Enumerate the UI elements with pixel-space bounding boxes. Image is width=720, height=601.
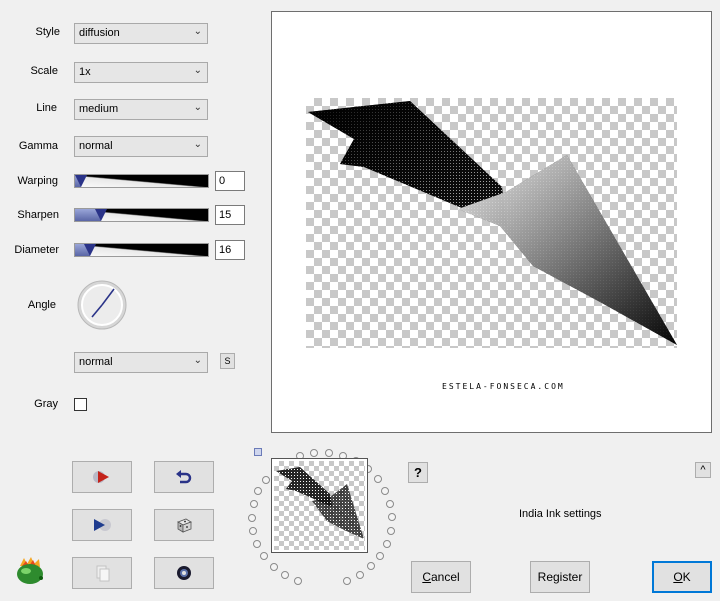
gamma-select[interactable]: normal ⌄ [74,136,208,157]
chevron-down-icon: ⌄ [193,65,202,76]
slider-thumb[interactable] [84,244,96,256]
gamma-value: normal [79,140,113,152]
collapse-button[interactable]: ^ [695,462,711,478]
chevron-down-icon: ⌄ [193,139,202,150]
preview-canvas[interactable]: ESTELA-FONSECA.COM [271,11,712,433]
preset-dot[interactable] [281,571,290,580]
preset-dot[interactable] [254,487,263,496]
slider-thumb[interactable] [75,175,87,187]
sharpen-slider[interactable] [74,208,209,222]
chevron-down-icon: ⌄ [193,26,202,37]
cancel-label-rest: ancel [430,570,460,584]
preview-toggle-button[interactable] [72,509,132,541]
preset-dot[interactable] [260,552,269,561]
preset-dot[interactable] [373,475,382,484]
scale-label: Scale [30,65,58,77]
preset-dot[interactable] [386,499,395,508]
preset-dot[interactable] [269,562,278,571]
cancel-button[interactable]: Cancel [411,561,471,593]
preset-dot[interactable] [293,576,302,585]
angle-label: Angle [27,299,56,311]
warping-value-field[interactable]: 0 [215,171,245,191]
play-arrow-icon [94,519,111,531]
slider-thumb[interactable] [95,209,107,221]
copy-button[interactable] [72,557,132,589]
preset-dot[interactable] [249,527,258,536]
style-select[interactable]: diffusion ⌄ [74,23,208,44]
s-button-label: S [224,356,231,366]
s-button[interactable]: S [220,353,235,369]
scale-select[interactable]: 1x ⌄ [74,62,208,83]
preset-dot[interactable] [381,486,390,495]
chevron-down-icon: ⌄ [193,355,202,366]
gamma-label: Gamma [18,140,58,152]
diameter-slider[interactable] [74,243,209,257]
preset-dot[interactable] [261,475,270,484]
style-value: diffusion [79,27,120,39]
sharpen-value-field[interactable]: 15 [215,205,245,225]
style-label: Style [35,26,60,38]
register-button[interactable]: Register [530,561,590,593]
register-label: Register [537,570,583,584]
cancel-mnemonic: C [422,570,431,584]
preset-thumbnail[interactable] [271,458,368,553]
ok-mnemonic: O [673,570,683,584]
preset-dot[interactable] [376,551,385,560]
chevron-down-icon: ⌄ [193,102,202,113]
apply-button[interactable] [72,461,132,493]
undo-button[interactable] [154,461,214,493]
help-label: ? [414,465,422,480]
ring-icon [177,566,191,580]
reset-button[interactable] [154,557,214,589]
undo-icon [176,470,192,484]
preset-dot[interactable] [248,513,256,522]
angle-mode-select[interactable]: normal ⌄ [74,352,208,373]
flame-logo-icon [14,556,48,586]
sharpen-label: Sharpen [17,209,59,221]
status-text: India Ink settings [519,508,602,520]
preset-dot[interactable] [355,570,364,579]
preset-dot[interactable] [324,449,333,458]
play-arrow-icon [93,471,109,483]
copy-icon [96,565,110,582]
thumbnail-artwork [276,467,364,539]
scale-value: 1x [79,66,91,78]
preset-dot[interactable] [382,539,391,548]
random-button[interactable] [154,509,214,541]
ok-button[interactable]: OK [652,561,712,593]
angle-mode-value: normal [79,356,113,368]
line-value: medium [79,103,119,115]
help-button[interactable]: ? [408,462,428,483]
preview-artwork [308,101,677,345]
preset-dot[interactable] [253,540,262,549]
line-select[interactable]: medium ⌄ [74,99,208,120]
gray-label: Gray [34,398,58,410]
preset-dot[interactable] [387,513,396,522]
preview-watermark: ESTELA-FONSECA.COM [442,382,565,391]
diameter-value-field[interactable]: 16 [215,240,245,260]
dice-icon [177,518,192,533]
ok-label-rest: K [682,570,691,584]
preset-dot[interactable] [249,500,258,509]
diameter-label: Diameter [14,244,59,256]
warping-label: Warping [17,175,58,187]
gray-checkbox[interactable] [74,398,87,411]
angle-dial[interactable] [76,279,128,331]
preset-dot[interactable] [342,576,351,585]
line-label: Line [36,102,57,114]
warping-slider[interactable] [74,174,209,188]
preset-dot[interactable] [386,526,395,535]
preset-dot[interactable] [310,449,319,458]
preset-dot[interactable] [366,562,375,571]
collapse-label: ^ [700,464,706,476]
